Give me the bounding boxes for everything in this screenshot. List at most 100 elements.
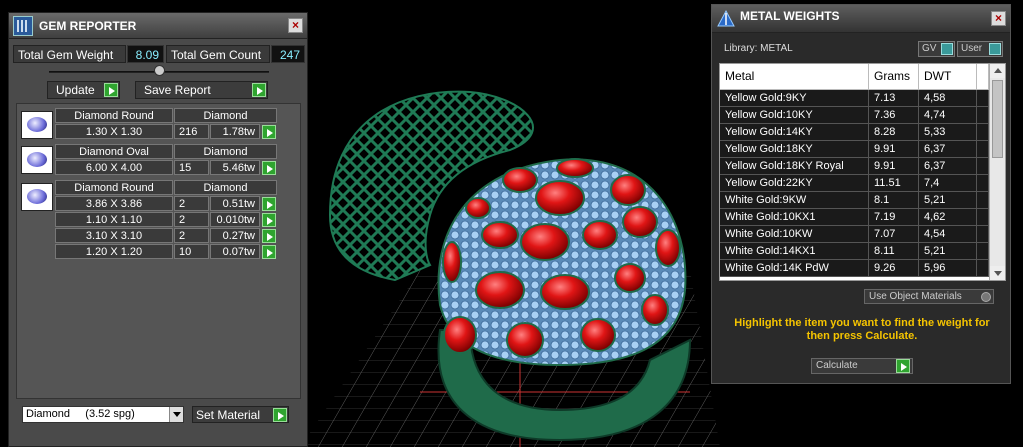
gem-count: 10 [174,244,209,259]
metal-weights-titlebar[interactable]: METAL WEIGHTS × [712,5,1010,33]
column-header-metal[interactable]: Metal [720,64,869,90]
select-gems-arrow-icon[interactable] [262,125,276,139]
gem-weight: 0.27tw [210,228,260,243]
select-gems-arrow-icon[interactable] [262,161,276,175]
round-gem-thumbnail[interactable] [21,183,53,211]
metal-name: White Gold:10KX1 [720,209,869,226]
column-header-dwt[interactable]: DWT [919,64,977,90]
calculate-button[interactable]: Calculate [811,358,913,374]
select-gems-arrow-icon[interactable] [262,197,276,211]
gem-size: 3.86 X 3.86 [55,196,173,211]
metal-name: White Gold:14K PdW [720,260,869,277]
table-row[interactable]: White Gold:14KX1 8.11 5,21 [720,243,989,260]
gem-reporter-titlebar[interactable]: GEM REPORTER × [9,13,307,39]
set-material-button[interactable]: Set Material [192,406,289,423]
scale-icon [717,9,735,27]
select-gems-arrow-icon[interactable] [262,245,276,259]
scrollbar-thumb[interactable] [992,80,1003,158]
row-spacer [977,90,989,107]
scroll-down-icon[interactable] [990,266,1005,280]
gem-size: 1.30 X 1.30 [55,124,173,139]
metal-grams: 7.19 [869,209,919,226]
use-object-materials-option[interactable]: Use Object Materials [864,289,994,304]
save-report-button-label: Save Report [144,83,211,97]
total-gem-count-label: Total Gem Count [166,45,270,63]
select-gems-arrow-icon[interactable] [262,229,276,243]
table-row[interactable]: White Gold:10KW 7.07 4,54 [720,226,989,243]
gem-count: 15 [174,160,209,175]
scroll-up-icon[interactable] [990,64,1005,78]
metal-grams: 8.28 [869,124,919,141]
metal-name: White Gold:9KW [720,192,869,209]
metal-name: Yellow Gold:18KY [720,141,869,158]
metal-grams: 7.13 [869,90,919,107]
row-spacer [977,260,989,277]
column-header-grams[interactable]: Grams [869,64,919,90]
table-row[interactable]: White Gold:10KX1 7.19 4,62 [720,209,989,226]
metal-weights-close-button[interactable]: × [991,11,1006,26]
gem-list[interactable]: Diamond Round Diamond 1.30 X 1.30 216 1.… [16,103,301,399]
save-report-arrow-icon[interactable] [252,83,266,97]
metal-dwt: 5,33 [919,124,977,141]
update-button[interactable]: Update [47,81,120,99]
metal-name: Yellow Gold:9KY [720,90,869,107]
row-spacer [977,124,989,141]
metal-dwt: 4,62 [919,209,977,226]
table-row[interactable]: Yellow Gold:18KY Royal 9.91 6,37 [720,158,989,175]
oval-gem-thumbnail[interactable] [21,146,53,174]
row-spacer [977,209,989,226]
round-gem-icon [27,189,47,204]
metal-dwt: 6,37 [919,141,977,158]
totals-row: Total Gem Weight 8.09 Total Gem Count 24… [13,45,305,63]
table-row[interactable]: Yellow Gold:9KY 7.13 4,58 [720,90,989,107]
metal-weights-title: METAL WEIGHTS [740,9,840,23]
metal-dwt: 4,54 [919,226,977,243]
table-row[interactable]: Yellow Gold:18KY 9.91 6,37 [720,141,989,158]
round-gem-thumbnail[interactable] [21,111,53,139]
update-arrow-icon[interactable] [104,83,118,97]
metal-grams: 11.51 [869,175,919,192]
table-row[interactable]: Yellow Gold:22KY 11.51 7,4 [720,175,989,192]
metal-weights-panel: METAL WEIGHTS × Library: METAL GV User M… [711,4,1011,384]
row-spacer [977,243,989,260]
row-spacer [977,141,989,158]
calculate-arrow-icon[interactable] [896,359,910,373]
metal-name: Yellow Gold:10KY [720,107,869,124]
metal-table[interactable]: Metal Grams DWT Yellow Gold:9KY 7.13 4,5… [719,63,1006,281]
gem-size: 1.10 X 1.10 [55,212,173,227]
gem-reporter-close-button[interactable]: × [288,18,303,33]
radio-icon[interactable] [981,292,991,302]
gem-size: 1.20 X 1.20 [55,244,173,259]
metal-dwt: 5,21 [919,192,977,209]
detail-slider-thumb[interactable] [154,65,165,76]
user-toggle[interactable]: User [957,41,1003,57]
metal-grams: 9.91 [869,141,919,158]
gv-toggle-indicator [941,43,953,55]
select-gems-arrow-icon[interactable] [262,213,276,227]
metal-dwt: 5,21 [919,243,977,260]
oval-gem-icon [27,152,47,167]
gv-toggle[interactable]: GV [918,41,955,57]
metal-table-scrollbar[interactable] [989,64,1005,280]
table-row[interactable]: White Gold:9KW 8.1 5,21 [720,192,989,209]
total-gem-weight-label: Total Gem Weight [13,45,126,63]
chevron-down-icon[interactable] [169,407,183,422]
row-spacer [977,175,989,192]
material-select[interactable]: Diamond (3.52 spg) [22,406,184,423]
gem-material: Diamond [174,180,277,195]
metal-dwt: 4,58 [919,90,977,107]
metal-dwt: 6,37 [919,158,977,175]
gem-size: 3.10 X 3.10 [55,228,173,243]
metal-dwt: 7,4 [919,175,977,192]
metal-grams: 9.91 [869,158,919,175]
user-toggle-label: User [961,43,983,54]
metal-name: White Gold:10KW [720,226,869,243]
table-row[interactable]: Yellow Gold:10KY 7.36 4,74 [720,107,989,124]
use-object-materials-label: Use Object Materials [869,291,962,302]
table-row[interactable]: Yellow Gold:14KY 8.28 5,33 [720,124,989,141]
table-row[interactable]: White Gold:14K PdW 9.26 5,96 [720,260,989,277]
gem-count: 216 [174,124,209,139]
set-material-arrow-icon[interactable] [273,408,287,422]
metal-dwt: 4,74 [919,107,977,124]
save-report-button[interactable]: Save Report [135,81,268,99]
